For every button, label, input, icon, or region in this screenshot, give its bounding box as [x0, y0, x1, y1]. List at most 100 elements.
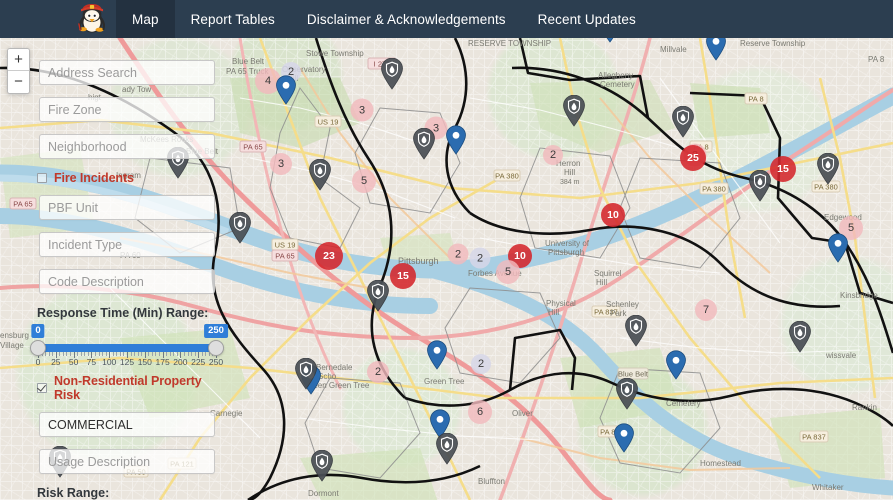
- slider-tick: [123, 352, 125, 356]
- pbf-unit-placeholder: PBF Unit: [48, 200, 99, 215]
- response-time-range-slider[interactable]: 0 25 50 75 100 125 150 175 200 225 250 0 250: [30, 324, 228, 370]
- slider-tick: [166, 352, 168, 356]
- slider-tick-label: 25: [51, 357, 61, 367]
- svg-text:Village: Village: [0, 341, 24, 350]
- map-fire-station-pin[interactable]: [381, 57, 404, 95]
- slider-handle-max[interactable]: [208, 340, 224, 356]
- map-property-pin[interactable]: [600, 38, 621, 48]
- map-cluster-marker[interactable]: 2: [469, 247, 491, 269]
- map-property-pin[interactable]: [427, 340, 448, 375]
- map-cluster-marker[interactable]: 3: [270, 153, 292, 175]
- map-cluster-marker[interactable]: 15: [390, 263, 416, 289]
- neighborhood-select[interactable]: Neighborhood: [39, 134, 215, 159]
- map-fire-station-pin[interactable]: [749, 169, 772, 207]
- map-fire-station-pin[interactable]: [295, 357, 318, 395]
- nav-item-report-tables[interactable]: Report Tables: [175, 0, 291, 38]
- map-cluster-marker[interactable]: 25: [680, 145, 706, 171]
- nav-item-recent-updates[interactable]: Recent Updates: [522, 0, 652, 38]
- slider-tick: [173, 352, 175, 356]
- map-property-pin[interactable]: [614, 423, 635, 458]
- map-property-pin[interactable]: [446, 125, 467, 160]
- non-residential-label: Non-Residential Property Risk: [54, 374, 202, 402]
- zoom-out-button[interactable]: −: [8, 71, 29, 93]
- svg-text:University of: University of: [545, 239, 590, 248]
- pbf-unit-select[interactable]: PBF Unit: [39, 195, 215, 220]
- map-fire-station-pin[interactable]: [413, 127, 436, 165]
- slider-tick: [112, 352, 114, 356]
- slider-tick: [155, 352, 157, 356]
- slider-tick-label: 75: [86, 357, 97, 367]
- map-fire-station-pin[interactable]: [672, 105, 695, 143]
- map-fire-station-pin[interactable]: [311, 449, 334, 487]
- map-cluster-marker[interactable]: 2: [447, 243, 469, 265]
- code-description-select[interactable]: Code Description: [39, 269, 215, 294]
- svg-text:Stowe Township: Stowe Township: [306, 49, 364, 58]
- incident-type-select[interactable]: Incident Type: [39, 232, 215, 257]
- map-property-pin[interactable]: [276, 75, 297, 110]
- map-fire-station-pin[interactable]: [616, 377, 639, 415]
- map-fire-station-pin[interactable]: [229, 211, 252, 249]
- map-property-pin[interactable]: [666, 350, 687, 385]
- nav-item-report-tables-label: Report Tables: [190, 11, 275, 27]
- fire-incidents-checkbox[interactable]: Fire Incidents: [37, 171, 225, 185]
- map-fire-station-pin[interactable]: [625, 314, 648, 352]
- slider-tick-label: 200: [173, 357, 188, 367]
- code-description-placeholder: Code Description: [48, 274, 144, 289]
- risk-range-slider-title: Risk Range:: [37, 486, 110, 500]
- map-cluster-marker[interactable]: 7: [695, 299, 717, 321]
- penguin-firefighter-logo-icon[interactable]: [68, 0, 116, 38]
- slider-tick: [159, 352, 161, 356]
- slider-tick: [52, 352, 54, 356]
- slider-tick: [191, 352, 193, 356]
- map-cluster-marker[interactable]: 10: [601, 203, 625, 227]
- fire-incidents-checkbox-box[interactable]: [37, 173, 47, 183]
- slider-tick: [130, 352, 132, 356]
- map-fire-station-pin[interactable]: [309, 158, 332, 196]
- slider-tick-label: 100: [102, 357, 117, 367]
- slider-tick: [48, 352, 50, 356]
- slider-tick: [116, 352, 118, 356]
- map-cluster-marker[interactable]: 23: [315, 242, 343, 270]
- svg-text:Kinsbridge: Kinsbridge: [840, 291, 878, 300]
- map-fire-station-pin[interactable]: [367, 279, 390, 317]
- map-fire-station-pin[interactable]: [436, 432, 459, 470]
- slider-handle-min[interactable]: [30, 340, 46, 356]
- svg-text:Bluffton: Bluffton: [478, 477, 505, 486]
- map-cluster-marker[interactable]: 5: [352, 169, 376, 193]
- non-residential-property-risk-checkbox[interactable]: Non-Residential Property Risk: [37, 374, 225, 402]
- nav-item-recent-updates-label: Recent Updates: [537, 11, 636, 27]
- map-zoom-control: + −: [7, 48, 30, 94]
- address-search-input[interactable]: Address Search: [39, 60, 215, 85]
- nav-item-disclaimer[interactable]: Disclaimer & Acknowledgements: [291, 0, 522, 38]
- svg-text:Cemetery: Cemetery: [600, 80, 635, 89]
- zoom-in-button[interactable]: +: [8, 49, 29, 71]
- svg-text:Physical: Physical: [546, 299, 576, 308]
- svg-text:PA 380: PA 380: [702, 185, 726, 194]
- fire-zone-select[interactable]: Fire Zone: [39, 97, 215, 122]
- svg-text:PA 65: PA 65: [275, 252, 294, 261]
- map-cluster-marker[interactable]: 6: [468, 400, 492, 424]
- map-cluster-marker[interactable]: 2: [543, 145, 563, 165]
- map-fire-station-pin[interactable]: [789, 320, 812, 358]
- map-cluster-marker[interactable]: 15: [770, 156, 796, 182]
- slider-tick-labels: 0 25 50 75 100 125 150 175 200 225 250: [36, 357, 223, 369]
- property-type-select[interactable]: COMMERCIAL: [39, 412, 215, 437]
- svg-text:Pittsburgh: Pittsburgh: [548, 248, 584, 257]
- map-fire-station-pin[interactable]: [817, 152, 840, 190]
- map-property-pin[interactable]: [828, 233, 849, 268]
- slider-tick: [137, 352, 139, 356]
- nav-item-map[interactable]: Map: [116, 0, 175, 38]
- property-type-value: COMMERCIAL: [48, 417, 133, 432]
- map-fire-station-pin[interactable]: [563, 94, 586, 132]
- non-residential-checkbox-box[interactable]: [37, 383, 47, 393]
- svg-text:ensburg: ensburg: [0, 331, 29, 340]
- svg-text:Millvale: Millvale: [660, 45, 687, 54]
- svg-text:Oliver: Oliver: [512, 409, 533, 418]
- map-cluster-marker[interactable]: 2: [367, 361, 389, 383]
- map-property-pin[interactable]: [706, 38, 727, 66]
- map-cluster-marker[interactable]: 5: [496, 260, 520, 284]
- map-cluster-marker[interactable]: 3: [350, 98, 374, 122]
- slider-tick: [151, 352, 153, 356]
- map-cluster-marker[interactable]: 2: [471, 354, 491, 374]
- usage-description-select[interactable]: Usage Description: [39, 449, 215, 474]
